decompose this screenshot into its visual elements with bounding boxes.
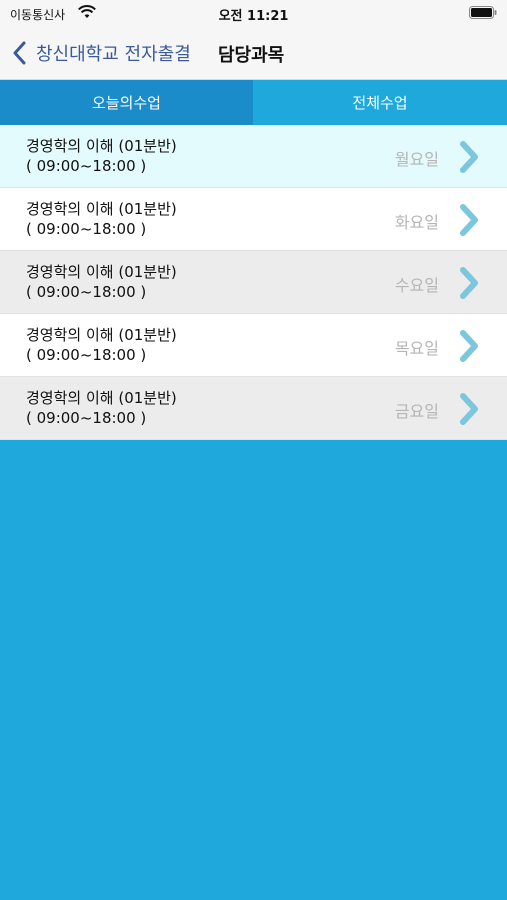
- class-info: 경영학의 이해 (01분반) ( 09:00~18:00 ): [26, 388, 177, 428]
- class-item-tuesday[interactable]: 경영학의 이해 (01분반) ( 09:00~18:00 ) 화요일: [0, 188, 507, 251]
- tab-all-classes[interactable]: 전체수업: [253, 80, 507, 125]
- chevron-right-icon: [460, 393, 478, 425]
- class-item-wednesday[interactable]: 경영학의 이해 (01분반) ( 09:00~18:00 ) 수요일: [0, 251, 507, 314]
- chevron-right-icon: [460, 204, 478, 236]
- class-item-thursday[interactable]: 경영학의 이해 (01분반) ( 09:00~18:00 ) 목요일: [0, 314, 507, 377]
- class-name: 경영학의 이해 (01분반): [26, 200, 177, 218]
- class-info: 경영학의 이해 (01분반) ( 09:00~18:00 ): [26, 199, 177, 239]
- class-name: 경영학의 이해 (01분반): [26, 263, 177, 281]
- class-name: 경영학의 이해 (01분반): [26, 326, 177, 344]
- class-info: 경영학의 이해 (01분반) ( 09:00~18:00 ): [26, 136, 177, 176]
- screen: 이동통신사 오전 11:21 창신대학교 전자출결 담당과목 오늘의수업 전체수…: [0, 0, 507, 900]
- class-time: ( 09:00~18:00 ): [26, 220, 147, 238]
- class-name: 경영학의 이해 (01분반): [26, 389, 177, 407]
- back-button[interactable]: 창신대학교 전자출결: [12, 36, 191, 70]
- chevron-right-icon: [460, 330, 478, 362]
- class-day: 수요일: [394, 276, 439, 295]
- class-time: ( 09:00~18:00 ): [26, 283, 147, 301]
- chevron-left-icon: [13, 41, 26, 65]
- back-label: 창신대학교 전자출결: [36, 44, 191, 65]
- class-time: ( 09:00~18:00 ): [26, 157, 147, 175]
- class-time: ( 09:00~18:00 ): [26, 346, 147, 364]
- page-title: 담당과목: [218, 45, 285, 66]
- class-info: 경영학의 이해 (01분반) ( 09:00~18:00 ): [26, 262, 177, 302]
- class-day: 목요일: [394, 339, 439, 358]
- battery-icon: [469, 6, 497, 19]
- class-item-monday[interactable]: 경영학의 이해 (01분반) ( 09:00~18:00 ) 월요일: [0, 125, 507, 188]
- class-day: 금요일: [394, 402, 439, 421]
- status-bar: 이동통신사 오전 11:21: [0, 0, 507, 26]
- tab-bar: 오늘의수업 전체수업: [0, 80, 507, 125]
- class-info: 경영학의 이해 (01분반) ( 09:00~18:00 ): [26, 325, 177, 365]
- class-day: 월요일: [394, 150, 439, 169]
- status-time: 오전 11:21: [218, 9, 289, 24]
- class-item-friday[interactable]: 경영학의 이해 (01분반) ( 09:00~18:00 ) 금요일: [0, 377, 507, 440]
- class-name: 경영학의 이해 (01분반): [26, 137, 177, 155]
- navigation-bar: 창신대학교 전자출결 담당과목: [0, 26, 507, 80]
- class-time: ( 09:00~18:00 ): [26, 409, 147, 427]
- chevron-right-icon: [460, 267, 478, 299]
- class-day: 화요일: [394, 213, 439, 232]
- chevron-right-icon: [460, 141, 478, 173]
- tab-today-classes[interactable]: 오늘의수업: [0, 80, 253, 125]
- class-list: 경영학의 이해 (01분반) ( 09:00~18:00 ) 월요일 경영학의 …: [0, 125, 507, 440]
